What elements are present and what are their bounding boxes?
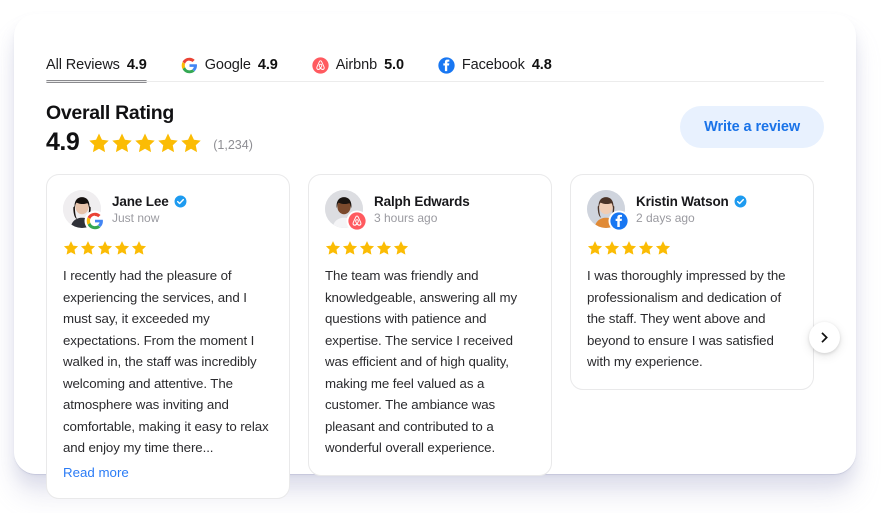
page-title: Overall Rating	[46, 102, 175, 124]
overall-rating-row: 4.9 (1,234)	[46, 130, 253, 155]
tabs-divider	[46, 81, 824, 82]
tab-facebook[interactable]: Facebook 4.8	[438, 48, 552, 82]
review-cards-row: Jane Lee Just now I recently had the pleas…	[46, 174, 824, 499]
review-star-rating	[587, 240, 797, 256]
overall-rating-stars	[88, 132, 202, 154]
reviews-carousel: Jane Lee Just now I recently had the pleas…	[46, 174, 840, 499]
star-icon	[376, 241, 392, 255]
source-badge	[86, 212, 104, 230]
review-author: Jane Lee Just now	[63, 190, 273, 230]
tab-label: Facebook	[461, 57, 525, 73]
star-icon	[131, 241, 147, 255]
star-icon	[80, 241, 96, 255]
google-icon	[181, 57, 197, 73]
review-card: Ralph Edwards 3 hours ago The team was fri…	[308, 174, 552, 476]
reviewer-name: Kristin Watson	[636, 193, 729, 209]
review-count: (1,234)	[213, 137, 253, 152]
tab-airbnb[interactable]: Airbnb 5.0	[312, 48, 404, 82]
star-icon	[97, 241, 113, 255]
star-icon	[393, 241, 409, 255]
star-icon	[655, 241, 671, 255]
device-frame: All Reviews 4.9 Google 4.9 Airbnb 5.0 Facebook…	[14, 14, 856, 499]
star-icon	[638, 241, 654, 255]
facebook-icon	[610, 212, 628, 230]
author-name-line: Ralph Edwards	[374, 194, 470, 209]
review-author: Kristin Watson 2 days ago	[587, 190, 797, 230]
star-icon	[342, 241, 358, 255]
source-badge	[610, 212, 628, 230]
source-badge	[348, 212, 366, 230]
avatar	[587, 190, 628, 230]
author-name-line: Jane Lee	[112, 194, 187, 209]
star-icon	[89, 133, 109, 153]
review-star-rating	[63, 240, 273, 256]
author-info: Kristin Watson 2 days ago	[636, 194, 747, 225]
star-icon	[621, 241, 637, 255]
tab-score: 4.9	[126, 57, 147, 73]
star-icon	[604, 241, 620, 255]
tab-google[interactable]: Google 4.9	[181, 48, 278, 82]
reviewer-name: Jane Lee	[112, 193, 169, 209]
tab-all-reviews[interactable]: All Reviews 4.9	[46, 48, 147, 83]
review-card: Jane Lee Just now I recently had the pleas…	[46, 174, 290, 499]
facebook-icon	[438, 56, 455, 74]
tab-score: 4.9	[257, 57, 278, 73]
star-icon	[587, 241, 603, 255]
review-author: Ralph Edwards 3 hours ago	[325, 190, 535, 230]
review-star-rating	[325, 240, 535, 256]
source-tabs-bar: All Reviews 4.9 Google 4.9 Airbnb 5.0 Facebook…	[46, 48, 824, 83]
author-info: Ralph Edwards 3 hours ago	[374, 194, 470, 225]
verified-badge-icon	[174, 195, 187, 207]
star-icon	[359, 241, 375, 255]
tab-label: Airbnb	[335, 57, 378, 73]
overall-rating-value: 4.9	[46, 128, 80, 156]
tab-label: Google	[204, 57, 251, 73]
star-icon	[112, 133, 132, 153]
star-icon	[135, 133, 155, 153]
reviewer-name: Ralph Edwards	[374, 193, 470, 209]
review-text: I recently had the pleasure of experienc…	[63, 268, 269, 456]
star-icon	[63, 241, 79, 255]
chevron-right-icon	[821, 332, 828, 343]
next-slide-button[interactable]	[809, 322, 840, 353]
tab-score: 4.8	[531, 57, 552, 73]
source-tabs: All Reviews 4.9 Google 4.9 Airbnb 5.0 Facebook…	[46, 48, 824, 83]
tab-label: All Reviews	[46, 57, 120, 73]
review-timestamp: Just now	[112, 210, 160, 225]
star-icon	[325, 241, 341, 255]
read-more-link[interactable]: Read more	[63, 465, 129, 480]
review-timestamp: 2 days ago	[636, 210, 695, 225]
star-icon	[181, 133, 201, 153]
review-card: Kristin Watson 2 days ago I was thoroughly…	[570, 174, 814, 390]
author-name-line: Kristin Watson	[636, 194, 747, 209]
star-icon	[114, 241, 130, 255]
tab-score: 5.0	[384, 57, 404, 73]
review-timestamp: 3 hours ago	[374, 210, 438, 225]
airbnb-icon	[348, 212, 366, 230]
airbnb-icon	[312, 56, 329, 74]
star-icon	[158, 133, 178, 153]
review-text: The team was friendly and knowledgeable,…	[325, 268, 518, 456]
verified-badge-icon	[734, 195, 747, 207]
avatar	[63, 190, 104, 230]
review-text: I was thoroughly impressed by the profes…	[587, 268, 786, 370]
avatar	[325, 190, 366, 230]
reviews-widget-panel: All Reviews 4.9 Google 4.9 Airbnb 5.0 Facebook…	[14, 14, 856, 499]
google-icon	[86, 212, 103, 230]
write-a-review-button[interactable]: Write a review	[680, 106, 824, 148]
author-info: Jane Lee Just now	[112, 194, 187, 225]
